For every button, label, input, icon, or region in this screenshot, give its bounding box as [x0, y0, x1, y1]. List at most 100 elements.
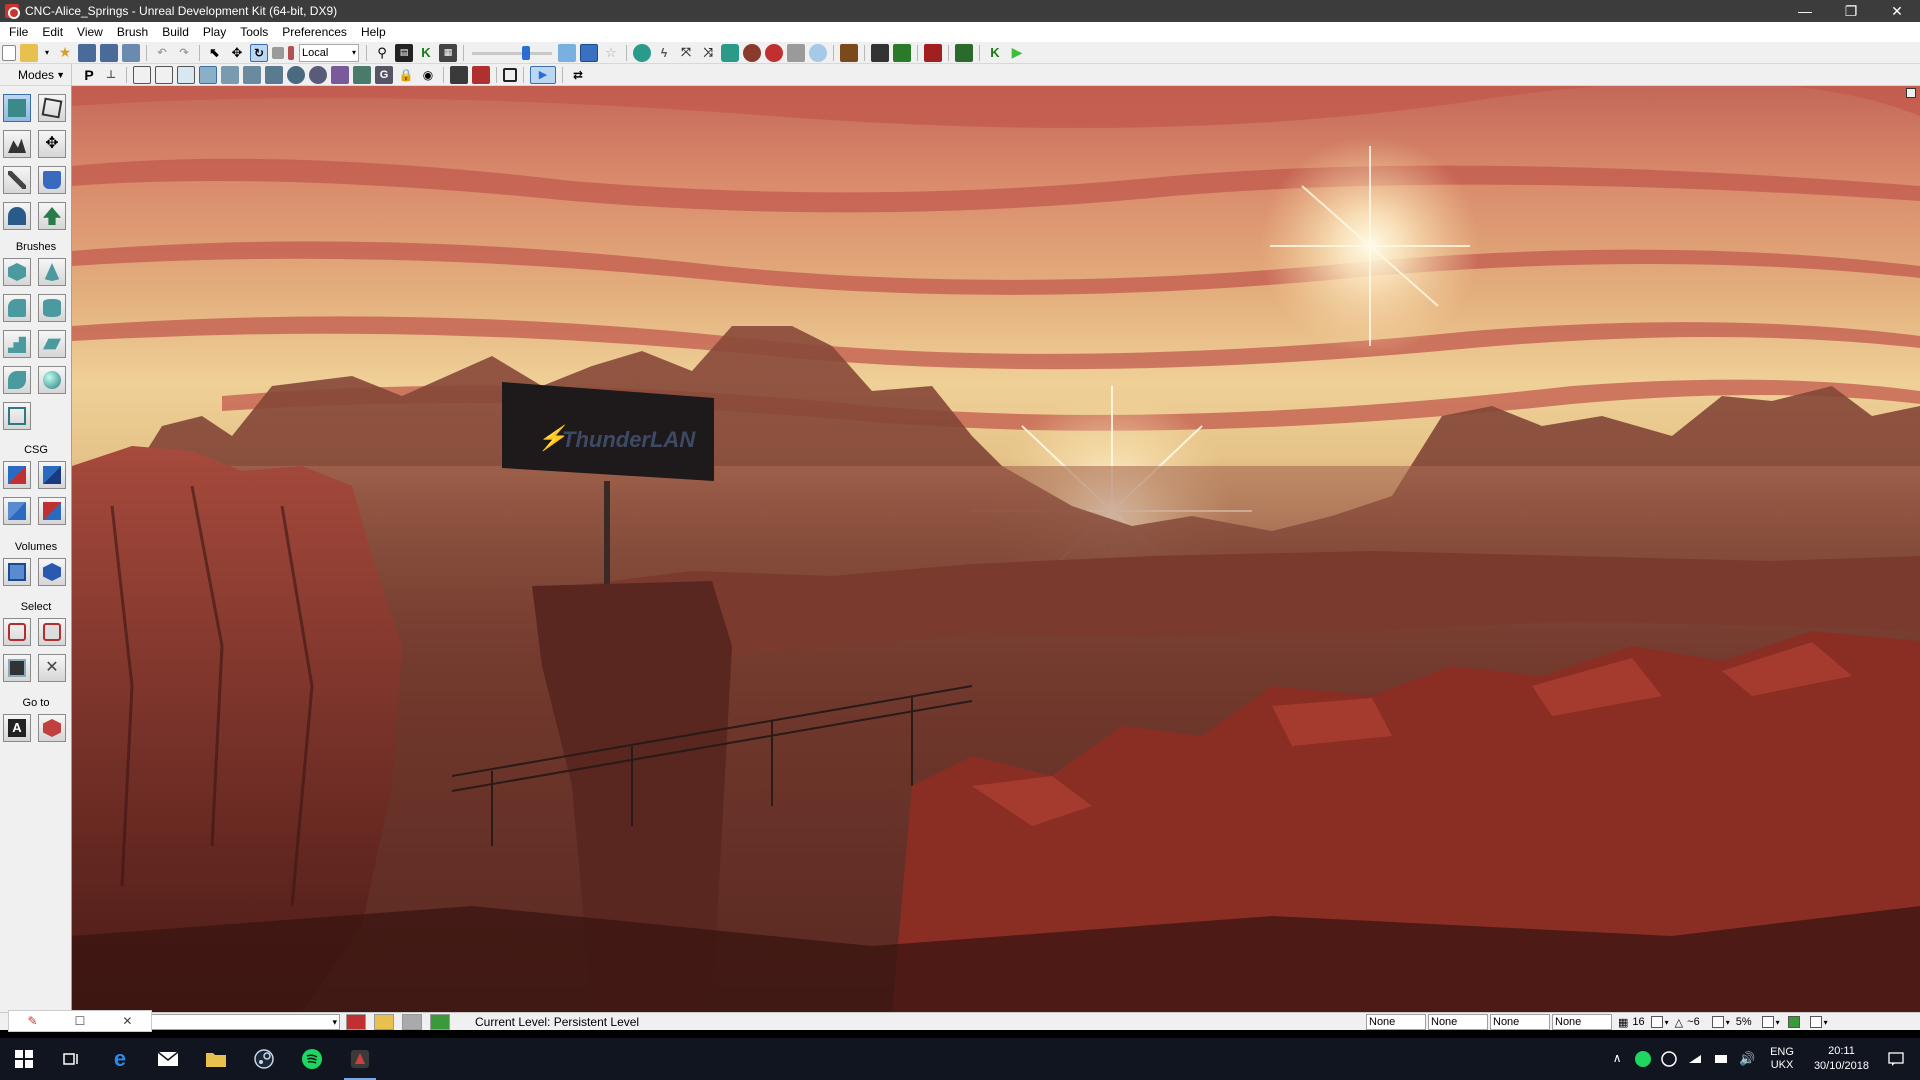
build-all-icon[interactable] — [721, 43, 739, 62]
star-outline-icon[interactable]: ☆ — [602, 44, 620, 62]
spotify-button[interactable] — [288, 1038, 336, 1080]
build-cover-icon[interactable]: ⤨ — [699, 44, 717, 62]
game-view-icon[interactable] — [580, 43, 598, 62]
toggle-socket-icon[interactable] — [765, 43, 783, 62]
realtime-audio-checkbox[interactable] — [1809, 1016, 1822, 1028]
scale-snap-checkbox[interactable] — [1761, 1016, 1774, 1028]
texture-align-mode-button[interactable] — [3, 166, 31, 194]
menu-edit[interactable]: Edit — [35, 22, 70, 42]
realtime-play-icon[interactable]: ▶ — [530, 65, 556, 84]
perspective-toggle-icon[interactable]: P — [80, 66, 98, 84]
close-button[interactable]: ✕ — [1874, 0, 1920, 22]
cylinder-brush-button[interactable] — [38, 294, 66, 322]
menu-brush[interactable]: Brush — [110, 22, 155, 42]
lighting-quality-icon[interactable] — [743, 43, 761, 62]
lighting-status-icon[interactable] — [374, 1014, 394, 1030]
texture-density-icon[interactable] — [287, 65, 305, 84]
network-icon[interactable] — [1713, 1051, 1729, 1067]
curved-stair-brush-button[interactable] — [3, 294, 31, 322]
restore-button[interactable]: ❐ — [1828, 0, 1874, 22]
file-explorer-button[interactable] — [192, 1038, 240, 1080]
menu-preferences[interactable]: Preferences — [275, 22, 354, 42]
drag-grid-toggle-icon[interactable] — [346, 1014, 366, 1030]
move-mode-button[interactable]: ✥ — [38, 130, 66, 158]
paths-status-icon[interactable] — [402, 1014, 422, 1030]
chevron-up-icon[interactable]: ∧ — [1609, 1051, 1625, 1067]
status-field-3[interactable]: None — [1490, 1014, 1550, 1030]
select-mode-icon[interactable]: ⬉ — [206, 44, 224, 62]
csg-add-button[interactable] — [3, 461, 31, 489]
brush-wireframe-icon[interactable] — [133, 65, 151, 84]
mesh-paint-mode-button[interactable] — [38, 166, 66, 194]
goto-actor-button[interactable]: A — [3, 714, 31, 742]
build-geometry-icon[interactable] — [633, 43, 651, 62]
autosave-icon[interactable] — [1787, 1016, 1800, 1028]
add-volume-button[interactable] — [3, 558, 31, 586]
edge-browser-button[interactable]: e — [96, 1038, 144, 1080]
game-stats-icon[interactable] — [787, 43, 805, 62]
grid-snap-checkbox[interactable] — [1650, 1016, 1663, 1028]
generic-browser-icon[interactable]: ▤ — [395, 43, 413, 62]
content-browser-icon[interactable] — [840, 43, 858, 62]
slider-thumb[interactable] — [522, 45, 531, 60]
undo-icon[interactable]: ↶ — [153, 44, 171, 62]
start-button[interactable] — [0, 1038, 48, 1080]
new-map-icon[interactable] — [2, 44, 16, 61]
redo-icon[interactable]: ↷ — [175, 44, 193, 62]
camera-icon[interactable] — [450, 65, 468, 84]
recent-dropdown-icon[interactable]: ▾ — [42, 44, 52, 62]
steam-tray-icon[interactable] — [1661, 1051, 1677, 1067]
chevron-down-icon[interactable]: ▾ — [1665, 1018, 1669, 1027]
kismet-icon[interactable]: K — [417, 44, 435, 62]
csg-intersect-button[interactable] — [3, 497, 31, 525]
terrain-mode-button[interactable] — [3, 130, 31, 158]
wifi-icon[interactable] — [1687, 1051, 1703, 1067]
eye-icon[interactable]: ◉ — [419, 66, 437, 84]
game-mode-toggle-icon[interactable]: G — [375, 65, 393, 84]
cone-brush-button[interactable] — [38, 258, 66, 286]
play-in-editor-window-icon[interactable] — [871, 43, 889, 62]
menu-help[interactable]: Help — [354, 22, 393, 42]
status-field-1[interactable]: None — [1366, 1014, 1426, 1030]
close-small-icon[interactable]: ✕ — [122, 1014, 132, 1028]
maximize-viewport-icon[interactable] — [503, 67, 517, 82]
hide-selected-button[interactable] — [38, 618, 66, 646]
shader-complexity-icon[interactable] — [309, 65, 327, 84]
minimize-button[interactable]: — — [1782, 0, 1828, 22]
notifications-icon[interactable] — [1888, 1051, 1904, 1067]
chevron-down-icon[interactable]: ▾ — [1726, 1018, 1730, 1027]
chevron-down-icon[interactable]: ▾ — [1824, 1018, 1828, 1027]
udk-taskbar-button[interactable] — [336, 1038, 384, 1080]
cube-brush-button[interactable] — [3, 258, 31, 286]
kismet-play-icon[interactable]: K — [986, 44, 1004, 62]
screenshot-icon[interactable] — [955, 43, 973, 62]
camera-mode-button[interactable] — [3, 94, 31, 122]
lightmap-density-icon[interactable] — [331, 65, 349, 84]
lock-icon[interactable]: 🔒 — [397, 66, 415, 84]
wireframe-icon[interactable] — [155, 65, 173, 84]
menu-file[interactable]: File — [2, 22, 35, 42]
lock-viewport-icon[interactable]: ⊥ — [102, 66, 120, 84]
restore-small-icon[interactable]: ☐ — [75, 1014, 86, 1028]
world-properties-icon[interactable] — [809, 43, 827, 62]
viewport-options-icon[interactable]: ⇄ — [569, 66, 587, 84]
perspective-viewport[interactable]: ⚡ ThunderLAN — [72, 86, 1920, 1012]
steam-button[interactable] — [240, 1038, 288, 1080]
matinee-icon[interactable]: ▦ — [439, 43, 457, 62]
show-selected-button[interactable] — [3, 618, 31, 646]
favorites-icon[interactable]: ★ — [56, 44, 74, 62]
task-view-button[interactable] — [48, 1038, 96, 1080]
show-all-button[interactable]: ✕ — [38, 654, 66, 682]
lighting-only-icon[interactable] — [243, 65, 261, 84]
build-paths-icon[interactable]: ⤧ — [677, 44, 695, 62]
search-actors-icon[interactable]: ⚲ — [373, 44, 391, 62]
status-field-2[interactable]: None — [1428, 1014, 1488, 1030]
build-lighting-icon[interactable]: ϟ — [655, 44, 673, 62]
menu-play[interactable]: Play — [196, 22, 233, 42]
csg-subtract-button[interactable] — [38, 461, 66, 489]
scale-mode-icon[interactable] — [272, 46, 284, 59]
play-on-console-icon[interactable] — [893, 43, 911, 62]
select-inverse-button[interactable] — [3, 654, 31, 682]
open-map-icon[interactable] — [20, 43, 38, 62]
modes-header[interactable]: Modes ▼ — [0, 63, 72, 86]
